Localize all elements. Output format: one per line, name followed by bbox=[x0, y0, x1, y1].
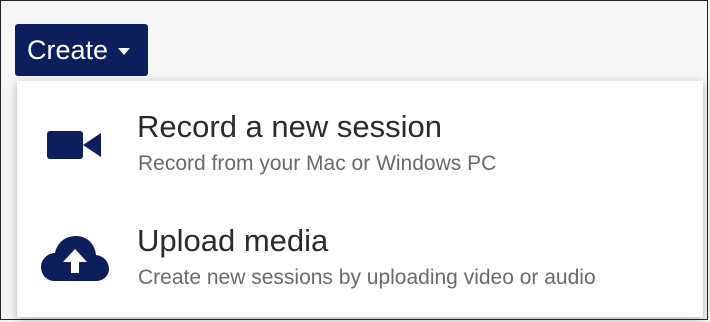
menu-item-subtitle: Create new sessions by uploading video o… bbox=[138, 266, 596, 289]
menu-item-subtitle: Record from your Mac or Windows PC bbox=[138, 152, 497, 175]
menu-item-title: Record a new session bbox=[137, 109, 442, 144]
caret-down-icon bbox=[118, 48, 131, 55]
create-button-label: Create bbox=[27, 34, 109, 65]
menu-item-record-session[interactable]: Record a new session Record from your Ma… bbox=[17, 95, 703, 200]
menu-item-upload-media[interactable]: Upload media Create new sessions by uplo… bbox=[17, 209, 703, 314]
video-camera-icon bbox=[39, 115, 111, 175]
create-dropdown-menu: Record a new session Record from your Ma… bbox=[17, 81, 703, 317]
create-button[interactable]: Create bbox=[15, 24, 149, 76]
cloud-upload-icon bbox=[39, 229, 111, 289]
menu-item-title: Upload media bbox=[137, 223, 329, 258]
app-frame: Create Record a new session Record from … bbox=[0, 0, 708, 320]
